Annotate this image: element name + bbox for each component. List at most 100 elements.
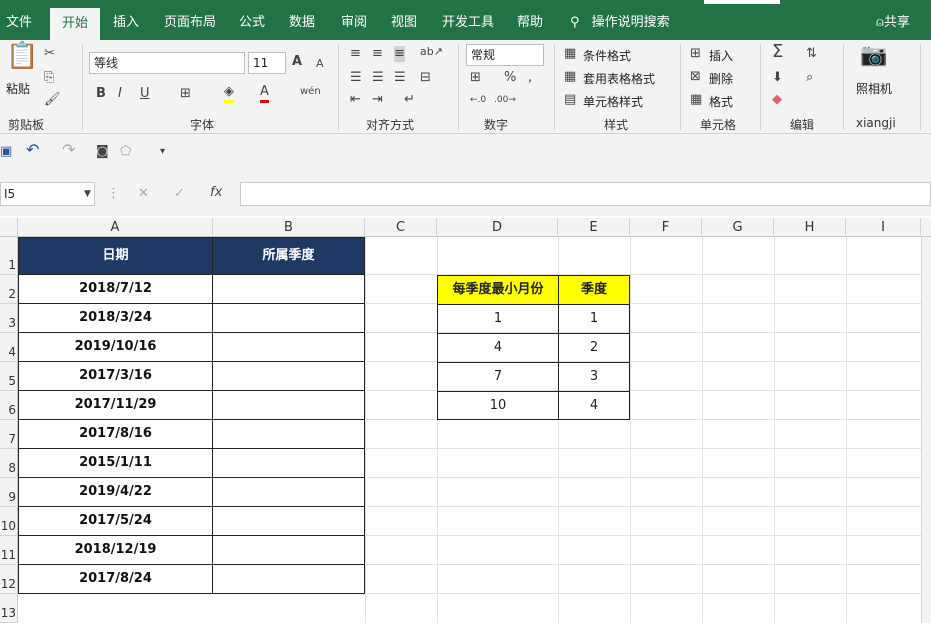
increase-indent-icon[interactable]: ⇥ [372, 92, 383, 108]
quarter-cell[interactable] [212, 506, 365, 536]
row-header[interactable]: 3 [0, 304, 18, 333]
tell-me-search[interactable]: ⚲ 操作说明搜索 [570, 0, 670, 40]
tab-data[interactable]: 数据 [289, 0, 315, 40]
orientation-icon[interactable]: ab↗ [420, 44, 443, 60]
min-month-cell[interactable]: 10 [437, 391, 559, 420]
cancel-icon[interactable]: ✕ [138, 186, 149, 202]
row-header[interactable]: 10 [0, 507, 18, 536]
row-header[interactable]: 5 [0, 362, 18, 391]
fill-color-icon[interactable]: ◈ [224, 84, 234, 103]
insert-function-button[interactable]: fx [210, 185, 222, 201]
date-cell[interactable]: 2017/8/24 [18, 564, 213, 594]
date-cell[interactable]: 2017/11/29 [18, 390, 213, 420]
camera-button[interactable]: 照相机 [856, 80, 892, 97]
clear-icon[interactable]: ◆ [772, 92, 782, 108]
date-cell[interactable]: 2017/5/24 [18, 506, 213, 536]
wrap-text-icon[interactable]: ↵ [404, 92, 415, 108]
header-cell-date[interactable]: 日期 [18, 237, 213, 275]
conditional-format-button[interactable]: 条件格式 [583, 47, 631, 64]
quarter-cell[interactable] [212, 390, 365, 420]
header-cell-quarter[interactable]: 所属季度 [212, 237, 365, 275]
date-cell[interactable]: 2017/8/16 [18, 419, 213, 449]
number-format-select[interactable]: 常规 [466, 44, 544, 66]
italic-button[interactable]: I [118, 86, 122, 102]
quarter-value-cell[interactable]: 3 [558, 362, 630, 392]
camera-icon[interactable]: 📷 [860, 45, 887, 67]
accounting-format-icon[interactable]: ⊞ [470, 70, 481, 86]
column-header-e[interactable]: E [558, 218, 630, 237]
min-month-cell[interactable]: 1 [437, 304, 559, 334]
date-cell[interactable]: 2019/4/22 [18, 477, 213, 507]
tab-file[interactable]: 文件 [6, 0, 32, 40]
decrease-indent-icon[interactable]: ⇤ [350, 92, 361, 108]
cell-styles-button[interactable]: 单元格样式 [583, 93, 643, 110]
comma-button[interactable]: , [528, 70, 532, 86]
row-header[interactable]: 7 [0, 420, 18, 449]
tab-formulas[interactable]: 公式 [239, 0, 265, 40]
increase-decimal-icon[interactable]: ←.0 [470, 92, 486, 108]
underline-button[interactable]: U [140, 86, 150, 102]
cut-icon[interactable]: ✂ [44, 46, 55, 62]
quarter-cell[interactable] [212, 477, 365, 507]
name-box[interactable]: I5 [0, 182, 95, 206]
quarter-cell[interactable] [212, 564, 365, 594]
column-header-b[interactable]: B [213, 218, 365, 237]
tab-review[interactable]: 审阅 [341, 0, 367, 40]
format-painter-icon[interactable]: 🖌 [44, 92, 61, 108]
bold-button[interactable]: B [96, 86, 106, 102]
tab-page-layout[interactable]: 页面布局 [164, 0, 216, 40]
row-header[interactable]: 11 [0, 536, 18, 565]
column-header-a[interactable]: A [18, 218, 213, 237]
quarter-value-cell[interactable]: 4 [558, 391, 630, 420]
vertical-scrollbar[interactable] [921, 237, 931, 623]
insert-cells-button[interactable]: 插入 [709, 47, 733, 64]
format-cells-button[interactable]: 格式 [709, 93, 733, 110]
name-box-dropdown-icon[interactable]: ▼ [84, 186, 91, 202]
date-cell[interactable]: 2019/10/16 [18, 332, 213, 362]
font-color-button[interactable]: A [260, 84, 269, 103]
date-cell[interactable]: 2015/1/11 [18, 448, 213, 478]
row-header[interactable]: 12 [0, 565, 18, 594]
quarter-value-cell[interactable]: 2 [558, 333, 630, 363]
row-header[interactable]: 4 [0, 333, 18, 362]
align-top-icon[interactable]: ≡ [350, 46, 361, 62]
enter-icon[interactable]: ✓ [174, 186, 185, 202]
quarter-cell[interactable] [212, 303, 365, 333]
row-header[interactable]: 13 [0, 594, 18, 623]
tab-help[interactable]: 帮助 [517, 0, 543, 40]
phonetic-button[interactable]: wén [300, 84, 321, 100]
min-month-cell[interactable]: 4 [437, 333, 559, 363]
format-as-table-button[interactable]: 套用表格格式 [583, 70, 655, 87]
column-header-f[interactable]: F [630, 218, 702, 237]
quarter-cell[interactable] [212, 419, 365, 449]
grow-font-button[interactable]: A [292, 54, 302, 70]
formula-input[interactable] [240, 182, 931, 206]
row-header[interactable]: 8 [0, 449, 18, 478]
tab-developer[interactable]: 开发工具 [442, 0, 494, 40]
copy-icon[interactable]: ⎘ [44, 70, 54, 86]
merge-center-icon[interactable]: ⊟ [420, 70, 431, 86]
min-month-cell[interactable]: 7 [437, 362, 559, 392]
align-center-icon[interactable]: ☰ [372, 70, 384, 86]
date-cell[interactable]: 2018/12/19 [18, 535, 213, 565]
delete-cells-button[interactable]: 删除 [709, 70, 733, 87]
quarter-cell[interactable] [212, 274, 365, 304]
customize-qat-icon[interactable]: ▾ [160, 144, 165, 160]
paste-button[interactable]: 粘贴 [6, 80, 30, 97]
undo-icon[interactable]: ↶ [26, 142, 39, 158]
column-header-g[interactable]: G [702, 218, 774, 237]
quarter-value-cell[interactable]: 1 [558, 304, 630, 334]
save-icon[interactable]: ▣ [0, 144, 12, 160]
tab-view[interactable]: 视图 [391, 0, 417, 40]
sort-filter-icon[interactable]: ⇅ [806, 46, 817, 62]
column-header-c[interactable]: C [365, 218, 437, 237]
column-header-d[interactable]: D [437, 218, 558, 237]
align-right-icon[interactable]: ☰ [394, 70, 406, 86]
quarter-cell[interactable] [212, 361, 365, 391]
autosum-icon[interactable]: Σ [772, 43, 783, 61]
font-name-input[interactable]: 等线 [89, 52, 245, 74]
quarter-cell[interactable] [212, 535, 365, 565]
tab-insert[interactable]: 插入 [113, 0, 139, 40]
font-size-input[interactable]: 11 [248, 52, 286, 74]
camera-qat-icon[interactable]: ◙ [96, 144, 109, 160]
